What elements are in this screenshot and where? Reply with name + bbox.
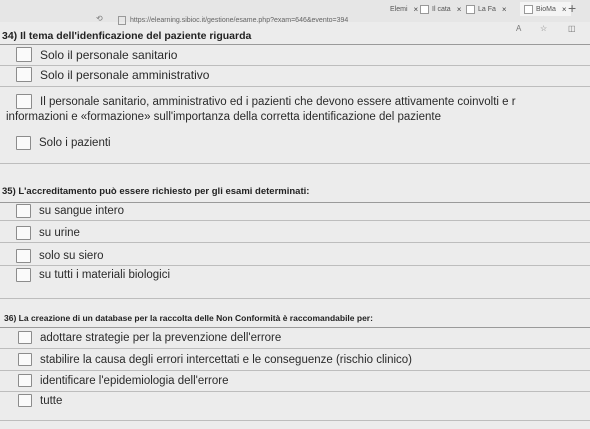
checkbox[interactable]	[16, 249, 31, 263]
option-35-b[interactable]: su urine	[16, 226, 80, 240]
close-icon[interactable]: ×	[414, 5, 419, 14]
question-34-title: 34) Il tema dell'idenficazione del pazie…	[2, 30, 251, 42]
question-text: L'accreditamento può essere richiesto pe…	[18, 186, 310, 197]
option-34-b[interactable]: Solo il personale amministrativo	[16, 67, 209, 82]
question-number: 34)	[2, 30, 18, 42]
reader-mode-icon[interactable]: A	[516, 24, 521, 33]
question-text: La creazione di un database per la racco…	[18, 313, 373, 323]
option-label: su sangue intero	[39, 205, 125, 217]
tab-label: La Fa	[478, 5, 496, 13]
checkbox[interactable]	[16, 47, 32, 62]
browser-tab-2[interactable]: Il cata ×	[420, 2, 461, 16]
checkbox[interactable]	[18, 394, 32, 407]
reload-icon[interactable]: ⟲	[96, 14, 103, 23]
divider	[0, 327, 590, 328]
divider	[0, 65, 590, 66]
checkbox[interactable]	[16, 226, 31, 240]
divider	[0, 265, 590, 266]
page-icon	[466, 4, 475, 14]
option-label: solo su siero	[39, 250, 104, 262]
checkbox[interactable]	[18, 374, 32, 387]
option-34-c[interactable]: Il personale sanitario, amministrativo e…	[16, 94, 516, 109]
checkbox[interactable]	[18, 331, 32, 344]
checkbox[interactable]	[18, 353, 32, 366]
option-label: stabilire la causa degli errori intercet…	[40, 353, 413, 366]
option-label: adottare strategie per la prevenzione de…	[40, 331, 282, 344]
page-icon	[118, 15, 126, 25]
page-icon	[524, 4, 533, 14]
divider	[0, 44, 590, 45]
question-text: Il tema dell'idenficazione del paziente …	[20, 30, 252, 42]
question-number: 35)	[2, 186, 16, 197]
browser-tab-4[interactable]: BioMa ×	[520, 2, 571, 16]
divider	[0, 348, 590, 349]
url-text: https://elearning.sibioc.it/gestione/esa…	[130, 16, 349, 24]
address-bar[interactable]: https://elearning.sibioc.it/gestione/esa…	[118, 14, 348, 26]
option-label-continued: informazioni e «formazione» sull'importa…	[6, 111, 441, 123]
divider	[0, 202, 590, 203]
divider	[0, 420, 590, 421]
tab-label: BioMa	[536, 5, 556, 13]
question-number: 36)	[4, 313, 17, 323]
tab-label: Il cata	[432, 5, 451, 13]
option-label: identificare l'epidemiologia dell'errore	[40, 374, 229, 387]
option-34-d[interactable]: Solo i pazienti	[16, 136, 111, 150]
browser-tab-1[interactable]: Elemi ×	[390, 2, 418, 16]
star-icon[interactable]: ☆	[540, 24, 547, 33]
question-35-title: 35) L'accreditamento può essere richiest…	[2, 186, 309, 197]
divider	[0, 370, 590, 371]
divider	[0, 298, 590, 299]
option-label: su urine	[39, 227, 80, 239]
divider	[0, 86, 590, 87]
checkbox[interactable]	[16, 136, 31, 150]
option-35-d[interactable]: su tutti i materiali biologici	[16, 268, 170, 282]
option-35-c[interactable]: solo su siero	[16, 249, 104, 263]
option-34-c-continued: informazioni e «formazione» sull'importa…	[6, 111, 441, 123]
close-icon[interactable]: ×	[502, 5, 507, 14]
new-tab-button[interactable]: +	[568, 0, 576, 16]
checkbox[interactable]	[16, 204, 31, 218]
browser-tab-3[interactable]: La Fa ×	[466, 2, 507, 16]
option-label: su tutti i materiali biologici	[39, 269, 171, 281]
checkbox[interactable]	[16, 67, 32, 82]
option-label: Il personale sanitario, amministrativo e…	[40, 95, 516, 108]
checkbox[interactable]	[16, 268, 31, 282]
option-34-a[interactable]: Solo il personale sanitario	[16, 47, 177, 62]
close-icon[interactable]: ×	[457, 5, 462, 14]
option-36-d[interactable]: tutte	[18, 394, 62, 407]
tab-label: Elemi	[390, 5, 408, 13]
divider	[0, 163, 590, 164]
divider	[0, 220, 590, 221]
divider	[0, 242, 590, 243]
book-icon[interactable]: ◫	[568, 24, 576, 33]
option-label: Solo il personale amministrativo	[40, 67, 210, 82]
divider	[0, 391, 590, 392]
option-36-c[interactable]: identificare l'epidemiologia dell'errore	[18, 374, 229, 387]
question-36-title: 36) La creazione di un database per la r…	[4, 313, 373, 323]
close-icon[interactable]: ×	[562, 5, 567, 14]
option-36-b[interactable]: stabilire la causa degli errori intercet…	[18, 353, 412, 366]
page-icon	[420, 4, 429, 14]
option-36-a[interactable]: adottare strategie per la prevenzione de…	[18, 331, 281, 344]
option-label: Solo il personale sanitario	[40, 47, 178, 62]
option-label: Solo i pazienti	[39, 137, 111, 149]
option-35-a[interactable]: su sangue intero	[16, 204, 124, 218]
option-label: tutte	[40, 394, 63, 407]
checkbox[interactable]	[16, 94, 32, 109]
